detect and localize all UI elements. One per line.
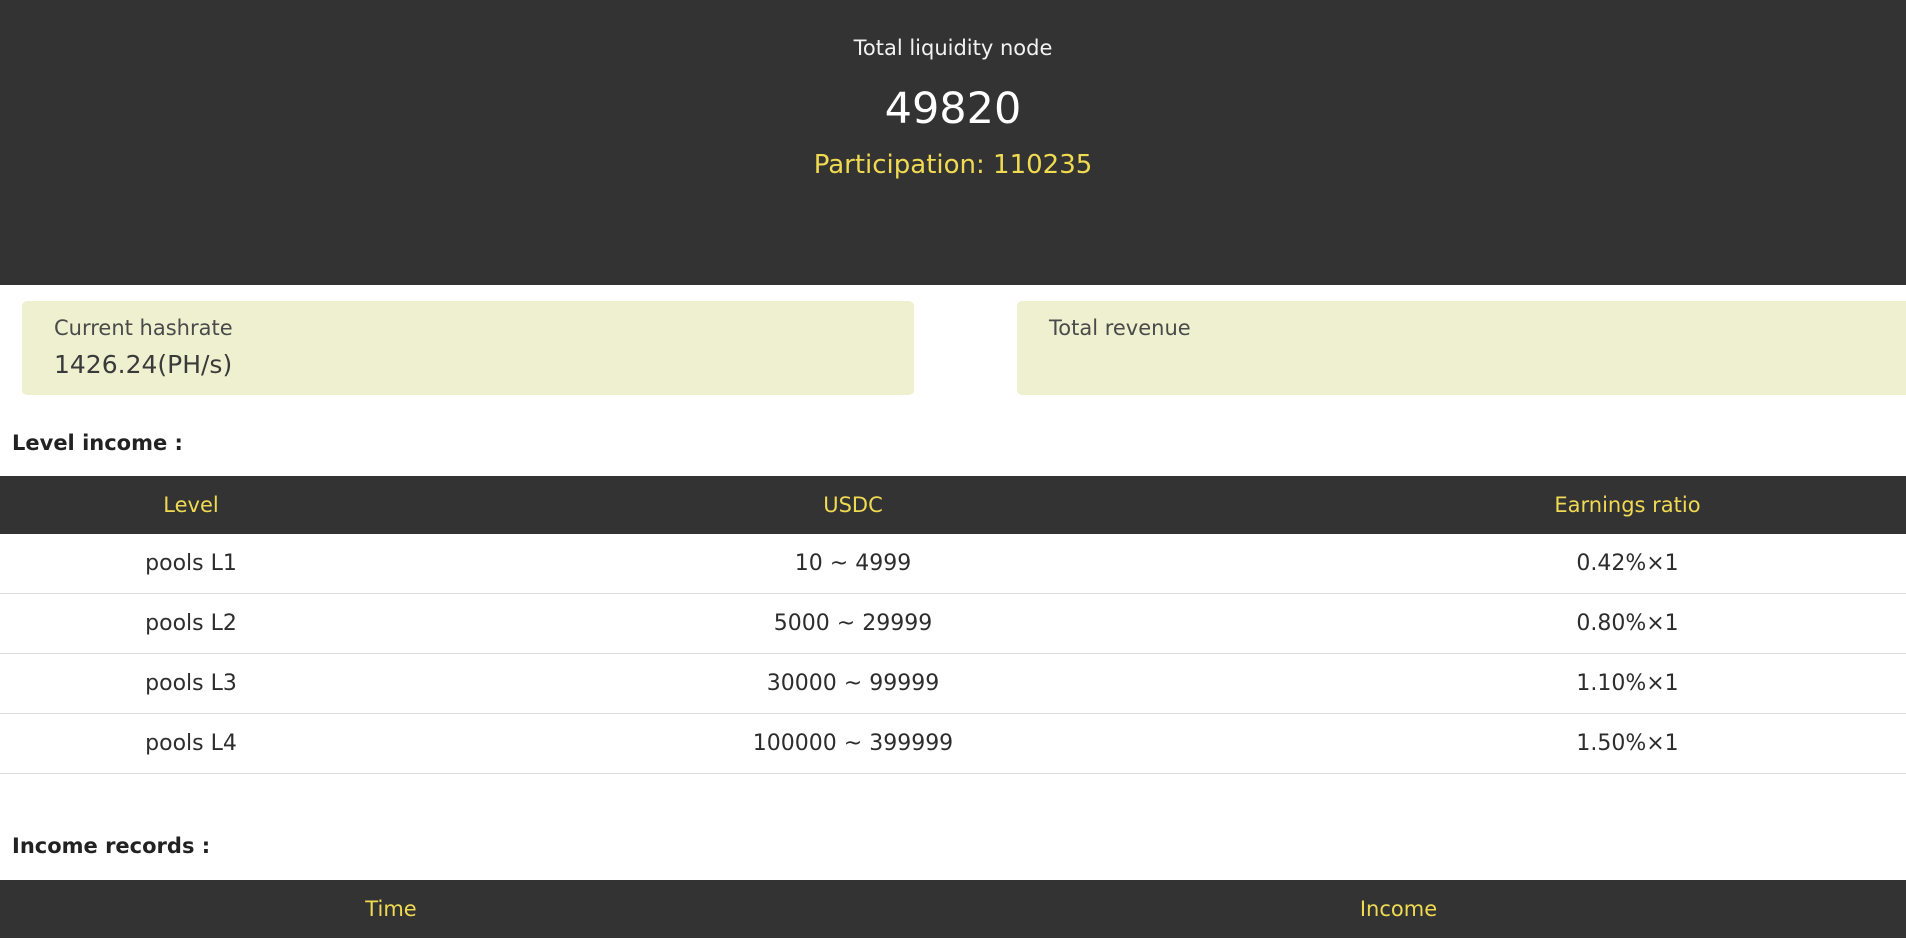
total-liquidity-node-label: Total liquidity node xyxy=(853,36,1053,60)
income-records-table: Time Income xyxy=(0,880,1906,938)
level-income-header: Level USDC Earnings ratio xyxy=(0,476,1906,534)
level-income-title: Level income : xyxy=(12,431,183,455)
earnings-ratio-cell: 1.10%×1 xyxy=(1576,671,1679,696)
current-hashrate-card: Current hashrate 1426.24(PH/s) xyxy=(22,301,914,395)
earnings-ratio-cell: 0.80%×1 xyxy=(1576,611,1679,636)
usdc-range-cell: 5000 ~ 29999 xyxy=(773,611,933,636)
level-income-table: Level USDC Earnings ratio pools L1 10 ~ … xyxy=(0,476,1906,774)
column-header-income: Income xyxy=(1359,897,1438,921)
current-hashrate-label: Current hashrate xyxy=(54,316,233,340)
column-header-usdc: USDC xyxy=(823,493,883,517)
earnings-ratio-cell: 0.42%×1 xyxy=(1576,551,1679,576)
summary-banner: Total liquidity node 49820 Participation… xyxy=(0,0,1906,285)
level-cell: pools L2 xyxy=(145,611,237,636)
usdc-range-cell: 30000 ~ 99999 xyxy=(766,671,940,696)
column-header-earnings-ratio: Earnings ratio xyxy=(1554,493,1701,517)
income-records-header: Time Income xyxy=(0,880,1906,938)
income-records-title: Income records : xyxy=(12,834,211,858)
table-row: pools L2 5000 ~ 29999 0.80%×1 xyxy=(0,594,1906,654)
current-hashrate-value: 1426.24(PH/s) xyxy=(54,350,233,379)
earnings-ratio-cell: 1.50%×1 xyxy=(1576,731,1679,756)
usdc-range-cell: 10 ~ 4999 xyxy=(794,551,912,576)
total-liquidity-node-value: 49820 xyxy=(884,84,1022,134)
level-cell: pools L3 xyxy=(145,671,237,696)
usdc-range-cell: 100000 ~ 399999 xyxy=(752,731,954,756)
table-row: pools L1 10 ~ 4999 0.42%×1 xyxy=(0,534,1906,594)
table-row: pools L3 30000 ~ 99999 1.10%×1 xyxy=(0,654,1906,714)
column-header-level: Level xyxy=(163,493,219,517)
total-revenue-card: Total revenue xyxy=(1017,301,1906,395)
total-revenue-label: Total revenue xyxy=(1049,316,1191,340)
level-cell: pools L1 xyxy=(145,551,237,576)
table-row: pools L4 100000 ~ 399999 1.50%×1 xyxy=(0,714,1906,774)
level-cell: pools L4 xyxy=(145,731,237,756)
participation-count: Participation: 110235 xyxy=(813,150,1093,180)
column-header-time: Time xyxy=(365,897,417,921)
